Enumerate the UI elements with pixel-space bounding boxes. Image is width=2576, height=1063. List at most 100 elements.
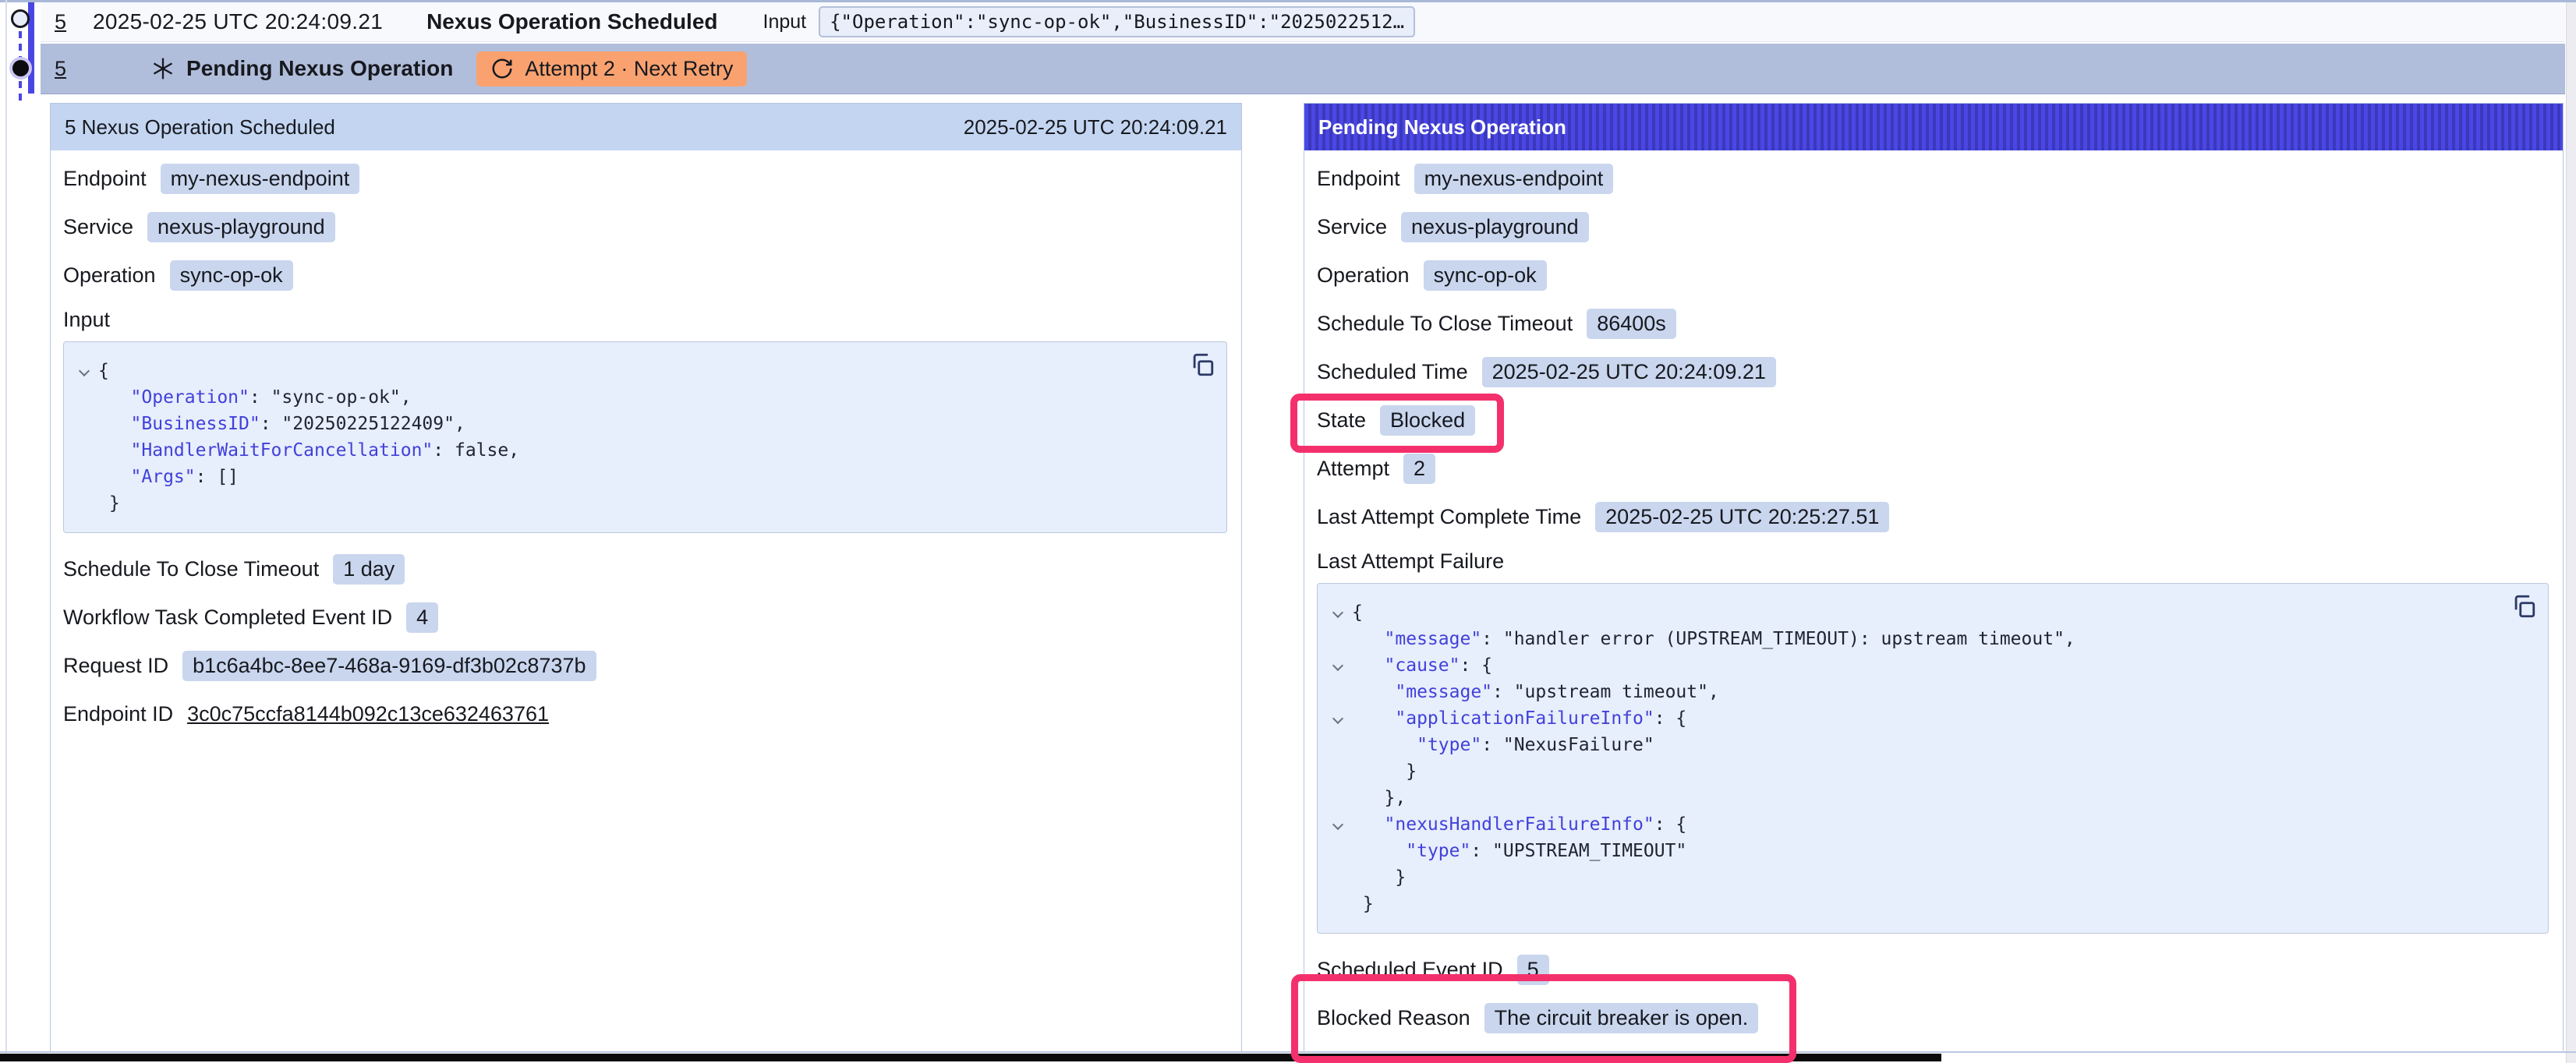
code-gutter [70, 358, 98, 384]
collapse-chevron-icon[interactable] [79, 366, 90, 376]
panel-title: 5 Nexus Operation Scheduled [65, 115, 335, 139]
left-border [5, 0, 7, 1054]
code-text: } [1352, 891, 1374, 917]
code-gutter [70, 384, 98, 411]
code-gutter [1324, 811, 1352, 838]
code-line: "HandlerWaitForCancellation": false, [70, 437, 1212, 464]
field-row-service: Service nexus-playground [63, 211, 1227, 243]
panel-timestamp: 2025-02-25 UTC 20:24:09.21 [964, 115, 1227, 139]
code-gutter [1324, 864, 1352, 891]
code-text: "cause": { [1352, 652, 1492, 679]
code-gutter [70, 464, 98, 490]
timeline-node-current-icon [12, 60, 29, 76]
code-gutter [1324, 732, 1352, 758]
field-label-scheduled-time: Scheduled Time [1317, 360, 1468, 384]
code-text: { [98, 358, 109, 384]
code-gutter [70, 490, 98, 517]
field-value-operation[interactable]: sync-op-ok [170, 260, 293, 291]
pending-asterisk-icon [150, 56, 175, 81]
field-label-endpoint-id: Endpoint ID [63, 702, 173, 726]
field-value-endpoint[interactable]: my-nexus-endpoint [161, 164, 360, 194]
field-row-scheduled-time: Scheduled Time 2025-02-25 UTC 20:24:09.21 [1317, 356, 2549, 388]
panel-header: 5 Nexus Operation Scheduled 2025-02-25 U… [51, 104, 1241, 150]
field-value-operation[interactable]: sync-op-ok [1424, 260, 1547, 291]
panel-title: Pending Nexus Operation [1318, 115, 1566, 139]
field-value-service[interactable]: nexus-playground [147, 212, 335, 242]
code-text: "HandlerWaitForCancellation": false, [98, 437, 519, 464]
code-line: "message": "upstream timeout", [1324, 679, 2534, 705]
panel-header-pending: Pending Nexus Operation [1304, 104, 2563, 150]
code-gutter [1324, 652, 1352, 679]
code-line: "Operation": "sync-op-ok", [70, 384, 1212, 411]
code-line: }, [1324, 785, 2534, 811]
field-label-endpoint: Endpoint [63, 167, 147, 191]
scrollbar-track[interactable] [2566, 2, 2576, 1063]
input-preview-chip[interactable]: {"Operation":"sync-op-ok","BusinessID":"… [819, 6, 1415, 37]
field-row-last-attempt-complete-time: Last Attempt Complete Time2025-02-25 UTC… [1317, 501, 2549, 533]
code-line: } [1324, 891, 2534, 917]
field-value-request-id[interactable]: b1c6a4bc-8ee7-468a-9169-df3b02c8737b [182, 651, 596, 681]
code-line: "applicationFailureInfo": { [1324, 705, 2534, 732]
annotation-highlight-state [1290, 394, 1504, 453]
code-text: "Args": [] [98, 464, 239, 490]
timeline-node-open-icon [11, 9, 30, 28]
event-row-pending-nexus-operation[interactable]: 5 Pending Nexus Operation Attempt 2 · Ne… [41, 44, 2565, 94]
field-label-schedule-to-close-timeout: Schedule To Close Timeout [63, 557, 319, 581]
code-gutter [1324, 838, 1352, 864]
copy-icon[interactable] [1189, 351, 1215, 378]
field-label-operation: Operation [63, 263, 156, 288]
code-line: "type": "NexusFailure" [1324, 732, 2534, 758]
code-line: "message": "handler error (UPSTREAM_TIME… [1324, 626, 2534, 652]
code-text: "Operation": "sync-op-ok", [98, 384, 412, 411]
panel-nexus-operation-scheduled: 5 Nexus Operation Scheduled 2025-02-25 U… [50, 103, 1242, 1053]
event-row-nexus-operation-scheduled[interactable]: 5 2025-02-25 UTC 20:24:09.21 Nexus Opera… [41, 2, 2565, 42]
field-label-endpoint: Endpoint [1317, 167, 1400, 191]
last-attempt-failure-label: Last Attempt Failure [1317, 549, 2549, 574]
code-gutter [1324, 679, 1352, 705]
code-line: } [70, 490, 1212, 517]
code-text: "nexusHandlerFailureInfo": { [1352, 811, 1686, 838]
field-value-schedule-to-close-timeout[interactable]: 1 day [333, 554, 405, 584]
field-value-scheduled-time[interactable]: 2025-02-25 UTC 20:24:09.21 [1482, 357, 1776, 387]
field-row-operation: Operation sync-op-ok [63, 260, 1227, 291]
collapse-chevron-icon[interactable] [1332, 819, 1343, 830]
field-value-endpoint[interactable]: my-nexus-endpoint [1414, 164, 1614, 194]
field-value-endpoint-id[interactable]: 3c0c75ccfa8144b092c13ce632463761 [187, 702, 549, 726]
field-row-operation: Operation sync-op-ok [1317, 260, 2549, 291]
panel-pending-nexus-operation: Pending Nexus Operation Endpoint my-nexus… [1304, 103, 2564, 1053]
input-code-label: Input [63, 308, 1227, 332]
collapse-chevron-icon[interactable] [1332, 713, 1343, 724]
copy-icon[interactable] [2511, 593, 2537, 620]
field-label-service: Service [1317, 215, 1387, 239]
code-text: }, [1352, 785, 1406, 811]
failure-code-block: { "message": "handler error (UPSTREAM_TI… [1317, 583, 2549, 934]
collapse-chevron-icon[interactable] [1332, 660, 1343, 671]
code-text: "BusinessID": "20250225122409", [98, 411, 465, 437]
code-text: } [98, 490, 120, 517]
field-value-attempt[interactable]: 2 [1403, 454, 1435, 484]
event-id-link[interactable]: 5 [55, 57, 66, 81]
code-text: } [1352, 864, 1406, 891]
retry-icon [490, 57, 514, 80]
code-line: "BusinessID": "20250225122409", [70, 411, 1212, 437]
code-line: { [1324, 599, 2534, 626]
code-text: "applicationFailureInfo": { [1352, 705, 1686, 732]
field-row-endpoint: Endpoint my-nexus-endpoint [1317, 163, 2549, 195]
code-gutter [1324, 785, 1352, 811]
collapse-chevron-icon[interactable] [1332, 607, 1343, 618]
field-label-attempt: Attempt [1317, 457, 1389, 481]
panel-body: Endpoint my-nexus-endpoint Service nexus-pl… [51, 150, 1241, 730]
field-value-workflow-task-completed-event-id[interactable]: 4 [406, 602, 438, 633]
field-value-last-attempt-complete-time[interactable]: 2025-02-25 UTC 20:25:27.51 [1595, 502, 1889, 532]
input-label: Input [763, 11, 807, 34]
code-gutter [1324, 626, 1352, 652]
field-label-service: Service [63, 215, 133, 239]
field-label-schedule-to-close-timeout: Schedule To Close Timeout [1317, 312, 1573, 336]
field-row-endpoint-id: Endpoint ID 3c0c75ccfa8144b092c13ce632463… [63, 698, 1227, 730]
field-value-schedule-to-close-timeout[interactable]: 86400s [1587, 309, 1676, 339]
event-id-link[interactable]: 5 [55, 10, 66, 34]
field-row-schedule-to-close-timeout: Schedule To Close Timeout 86400s [1317, 308, 2549, 340]
field-value-service[interactable]: nexus-playground [1401, 212, 1589, 242]
temporal-event-history-screen: 5 2025-02-25 UTC 20:24:09.21 Nexus Opera… [0, 0, 2576, 1063]
field-label-operation: Operation [1317, 263, 1410, 288]
